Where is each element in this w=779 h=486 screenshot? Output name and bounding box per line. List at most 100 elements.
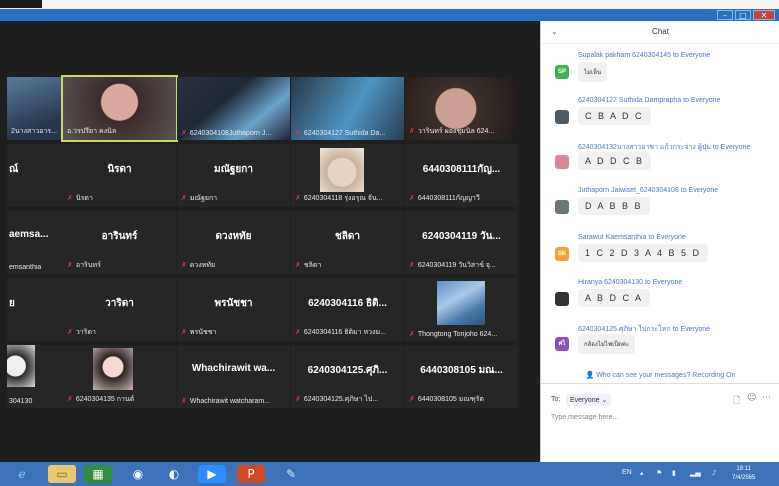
video-tile[interactable]: 6240304116 ธิติ... ✗ 6240304116 ธิติมา หว… [291,278,404,341]
message-text: C B A D C [578,107,651,125]
video-tile[interactable]: ✗ 6240304118 รุ่งอรุณ จัน... [291,144,404,207]
video-tile[interactable]: Whachirawit wa... ✗ Whachirawit watcharam… [177,345,290,408]
file-icon[interactable]: 🗋 [733,393,740,409]
video-tile[interactable]: ✗ Thongtong Tonjoho 624... [405,278,518,341]
emoji-icon[interactable]: ☺ [747,393,756,403]
participant-name: ✗ Thongtong Tonjoho 624... [409,330,498,338]
chat-message: 6240304125.ศุภิษา ไปกระโทก to Everyone ศ… [541,324,779,368]
message-sender: Supalak pakham 6240304145 to Everyone [578,52,711,59]
video-tile[interactable]: มณัฐยกา ✗ มณัฐยกา [177,144,290,207]
window-titlebar: – □ ✕ [0,9,779,21]
video-tile[interactable]: อารินทร์ ✗ อารินทร์ [63,211,176,274]
outlook-icon[interactable]: ◉ [124,465,152,483]
message-text: D A B B B [578,197,650,215]
desktop-thumbnail [0,0,42,8]
tray-chevron-icon[interactable]: ▴ [640,469,644,477]
avatar [555,292,569,306]
video-tile[interactable]: ✗ 6240304108Juthaporn J... [177,77,290,140]
powerpoint-icon[interactable]: P [237,465,265,483]
people-icon: 👤 [585,371,595,379]
participant-display-name: วาริดา [105,298,134,309]
video-tile[interactable]: นิรดา ✗ นิรดา [63,144,176,207]
message-text: ไม่เห็น [578,62,608,82]
muted-mic-icon: ✗ [409,127,415,135]
video-tile[interactable]: วาริดา ✗ วาริดา [63,278,176,341]
avatar [555,155,569,169]
participant-display-name: ชลิดา [334,231,361,242]
close-button[interactable]: ✕ [753,10,775,20]
who-can-see-text: Who can see your messages? Recording On [596,372,736,379]
chat-message: Hiranya 6240304130 to Everyone A B D C A [541,279,779,323]
muted-mic-icon: ✗ [409,194,415,202]
more-icon[interactable]: ⋯ [762,393,771,403]
chat-panel: ⌄ Chat Supalak pakham 6240304145 to Ever… [540,21,779,462]
flag-icon[interactable]: ⚑ [656,469,662,477]
system-clock[interactable]: 18:11 7/4/2565 [732,465,755,483]
profile-picture [320,148,364,192]
participant-name: ✗ วารินทร์ ผองชุมนิล 624... [409,127,495,135]
video-tile-active-speaker[interactable]: อ.วรปรียา คงนิล [61,75,178,142]
participant-name: ✗ 6240304116 ธิติมา หวงม... [295,328,386,336]
video-tile[interactable]: 6240304125.ศุภิ... ✗ 6240304125.ศุภิษา ไป… [291,345,404,408]
excel-icon[interactable]: ▦ [84,465,112,483]
muted-mic-icon: ✗ [295,395,301,403]
chat-compose: To: Everyone ⌄ 🗋 ☺ ⋯ Type message here..… [541,383,779,463]
chat-message-input[interactable]: Type message here... [551,414,771,421]
video-tile[interactable]: ✗ วารินทร์ ผองชุมนิล 624... [405,77,518,140]
message-text: กล้องไม่ไฟเป็ดค่ะ [578,334,636,354]
avatar: SP [555,65,569,79]
participant-name: ✗ พรนัชชา [181,328,217,336]
signal-icon[interactable]: ▂▄ [690,469,701,477]
participant-name: ✗ 6240304125.ศุภิษา ไป... [295,395,379,403]
participant-display-name: พรนัชชา [214,298,253,309]
video-tile[interactable]: พรนัชชา ✗ พรนัชชา [177,278,290,341]
muted-mic-icon: ✗ [181,129,187,137]
profile-picture [93,348,133,390]
paint-icon[interactable]: ✎ [277,465,305,483]
muted-mic-icon: ✗ [295,261,301,269]
maximize-button[interactable]: □ [735,10,751,20]
chat-title: Chat [652,27,669,36]
muted-mic-icon: ✗ [181,328,187,336]
volume-icon[interactable]: ♪ [712,469,716,477]
participant-name: ✗ 6240304135 กานต์ [67,395,135,403]
video-gallery: 2นางสาวอาร... อ.วรปรียา คงนิล ✗ 624030410… [0,21,540,462]
muted-mic-icon: ✗ [409,330,415,338]
participant-name: ✗ ดวงหทัย [181,261,216,269]
chevron-down-icon[interactable]: ⌄ [551,21,558,43]
edge-icon[interactable]: ◐ [160,465,188,483]
recipient-select[interactable]: Everyone ⌄ [566,394,612,406]
video-tile[interactable]: ✗ 6240304135 กานต์ [63,345,176,408]
participant-display-name: อารินทร์ [101,231,138,242]
network-icon[interactable]: ▮ [672,469,676,477]
chat-message: 6240304127 Suthida Damprapha to Everyone… [541,97,779,141]
video-tile[interactable]: ดวงหทัย ✗ ดวงหทัย [177,211,290,274]
video-tile[interactable]: 6440308105 มณ... ✗ 6440308105 มณฑุรัต [405,345,518,408]
who-can-see-link[interactable]: 👤 Who can see your messages? Recording O… [541,371,779,379]
message-text: A B D C A [578,289,651,307]
video-tile[interactable]: ✗ 6240304127 Suthida Da... [291,77,404,140]
ie-icon[interactable]: ℯ [8,465,36,483]
language-indicator[interactable]: EN [622,469,632,476]
avatar [555,110,569,124]
participant-display-name: ดวงหทัย [215,231,252,242]
video-tile[interactable]: 6240304119 วัน... ✗ 6240304119 วันวิสาข์ … [405,211,518,274]
participant-name: อ.วรปรียา คงนิล [67,128,117,135]
video-tile[interactable]: 6440308111กัญ... ✗ 6440308111กัญญาวี [405,144,518,207]
zoom-icon[interactable]: ▶ [198,465,226,483]
avatar: SK [555,247,569,261]
participant-display-name: 6240304125.ศุภิ... [307,365,388,376]
muted-mic-icon: ✗ [295,129,301,137]
muted-mic-icon: ✗ [295,328,301,336]
participant-name: ✗ 6440308105 มณฑุรัต [409,395,484,403]
participant-name: ✗ อารินทร์ [67,261,101,269]
minimize-button[interactable]: – [717,10,733,20]
muted-mic-icon: ✗ [409,395,415,403]
file-explorer-icon[interactable]: ▭ [48,465,76,483]
desktop-strip [0,0,779,9]
clock-date: 7/4/2565 [732,475,756,481]
clock-time: 18:11 [736,466,751,472]
video-tile[interactable]: ชลิดา ✗ ชลิดา [291,211,404,274]
message-sender: Hiranya 6240304130 to Everyone [578,279,683,286]
participant-display-name: 6440308111กัญ... [422,164,501,175]
